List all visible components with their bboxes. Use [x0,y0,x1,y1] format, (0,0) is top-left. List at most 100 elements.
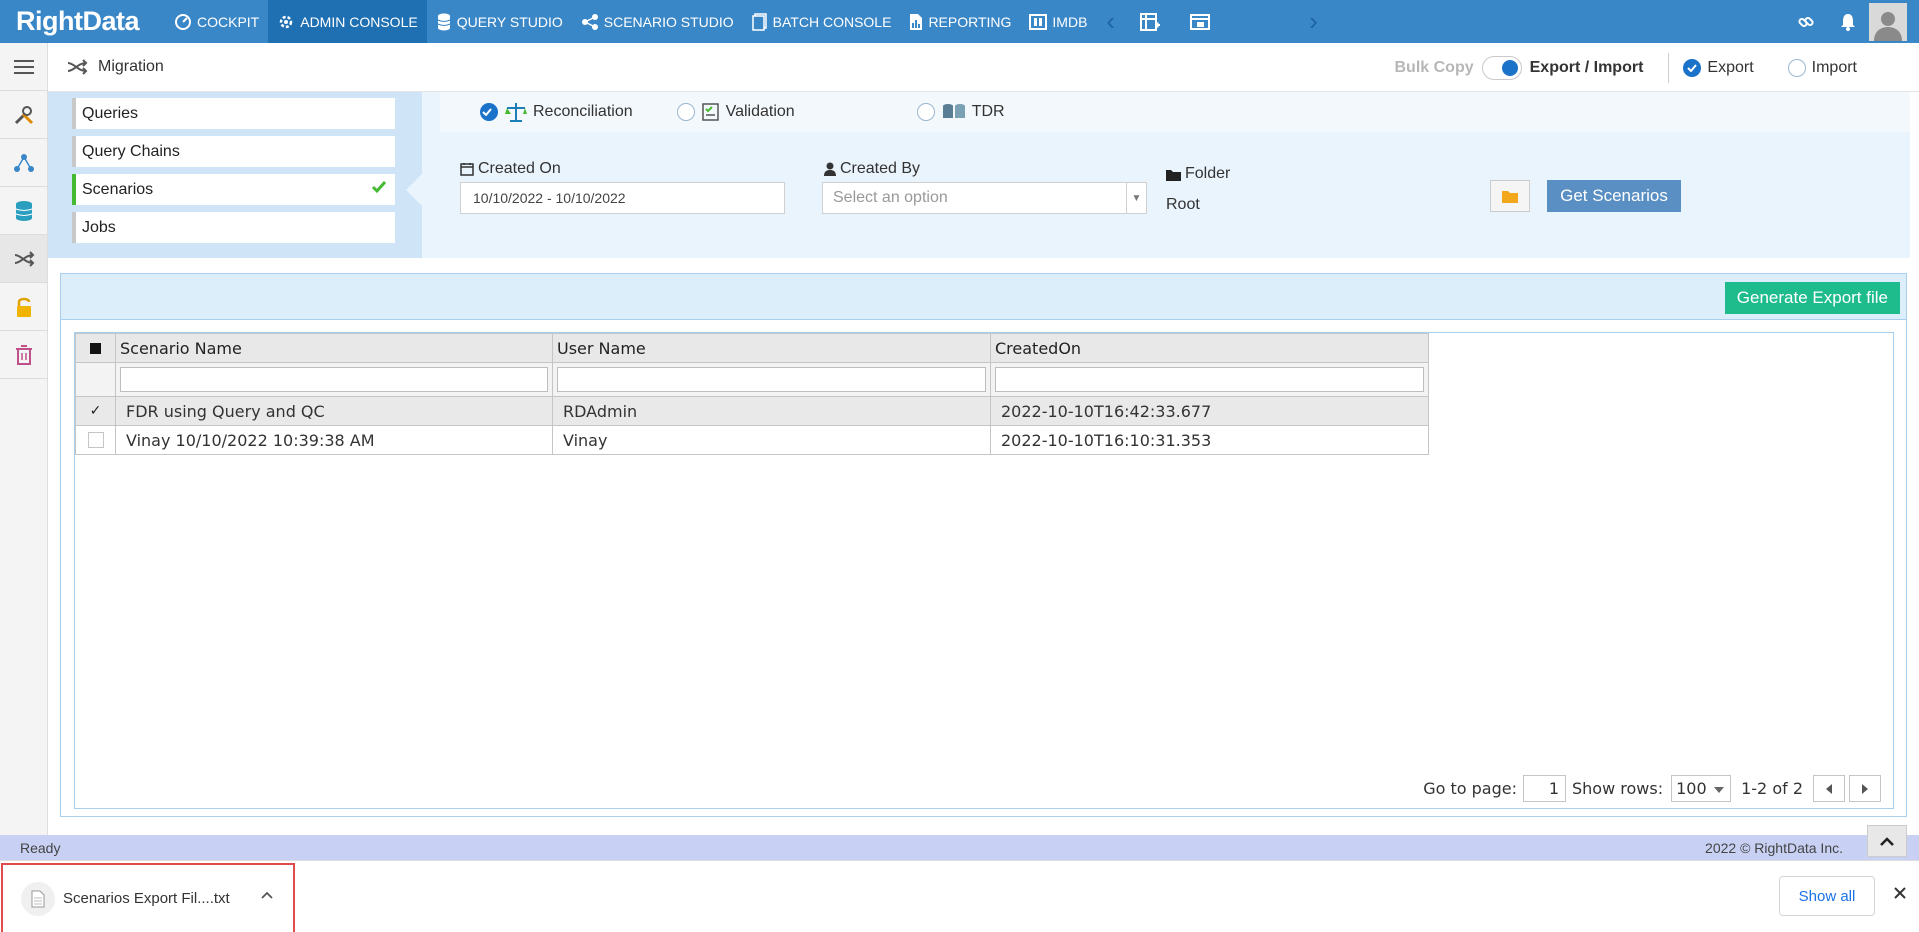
brand-name: RightData [16,6,140,36]
imdb-icon [1029,13,1048,30]
window-icon[interactable] [1189,11,1211,33]
top-navbar: RightData COCKPIT ADMIN CONSOLE QUERY ST… [0,0,1919,43]
next-page-button[interactable] [1849,775,1881,802]
created-on-cell: 2022-10-10T16:42:33.677 [990,396,1429,426]
chevron-up-icon [1880,837,1894,846]
nav-cockpit[interactable]: COCKPIT [165,0,268,43]
generate-export-button[interactable]: Generate Export file [1724,282,1900,314]
scroll-top-button[interactable] [1867,825,1907,857]
folder-value: Root [1166,196,1200,214]
created-on-label: Created On [460,160,561,178]
rail-hierarchy-icon[interactable] [0,139,47,187]
page-header: Migration Bulk Copy Export / Import Expo… [48,43,1919,92]
import-radio[interactable] [1787,58,1806,77]
column-header-created[interactable]: CreatedOn [990,333,1429,363]
created-by-select[interactable]: Select an option ▼ [822,182,1147,214]
download-item[interactable]: Scenarios Export Fil....txt [1,863,295,932]
row-checkbox[interactable] [87,432,104,448]
row-checkbox[interactable]: ✓ [88,403,104,419]
filter-cell [115,362,553,397]
link-icon[interactable] [1785,13,1827,31]
created-filter-input[interactable] [995,367,1424,392]
list-item-label: Query Chains [82,142,180,160]
pagination: Go to page: 1 Show rows: 100 1-2 of 2 [1423,775,1881,802]
created-by-label: Created By [824,160,920,178]
type-reconciliation[interactable]: Reconciliation [480,101,633,123]
column-header-label: User Name [557,338,646,358]
column-header-scenario[interactable]: Scenario Name [115,333,553,363]
rail-tools-icon[interactable] [0,91,47,139]
list-item-scenarios[interactable]: Scenarios [72,174,395,205]
show-all-label: Show all [1798,887,1856,905]
show-all-button[interactable]: Show all [1779,876,1875,916]
rail-migration-icon[interactable] [0,235,47,283]
table-row[interactable]: ✓ FDR using Query and QC RDAdmin 2022-10… [75,396,1429,426]
filter-cell [75,362,116,397]
nav-label: QUERY STUDIO [456,13,563,30]
list-item-queries[interactable]: Queries [72,98,395,129]
gear-icon [279,15,293,28]
goto-page-label: Go to page: [1423,779,1517,798]
divider [1668,52,1670,83]
rail-lock-icon[interactable] [0,283,47,331]
column-header-label: CreatedOn [995,338,1082,358]
list-item-jobs[interactable]: Jobs [72,212,395,243]
rail-trash-icon[interactable] [0,331,47,379]
select-all-checkbox[interactable] [88,340,104,356]
scenario-name-cell: FDR using Query and QC [115,396,553,426]
nav-scenario-studio[interactable]: SCENARIO STUDIO [572,0,743,43]
chevron-right-icon [1862,783,1868,794]
tdr-icon [942,104,965,118]
bulk-export-toggle[interactable] [1481,55,1522,80]
rows-per-page-select[interactable]: 100 [1671,775,1732,802]
list-item-label: Queries [82,104,139,122]
table-row[interactable]: Vinay 10/10/2022 10:39:38 AM Vinay 2022-… [75,425,1429,455]
reconciliation-radio[interactable] [480,103,498,121]
nav-batch-console[interactable]: BATCH CONSOLE [743,0,901,43]
tdr-radio[interactable] [916,103,935,121]
chevron-down-icon[interactable]: ▼ [1126,183,1146,213]
created-on-text: Created On [478,160,561,177]
prev-page-button[interactable] [1813,775,1845,802]
type-validation[interactable]: Validation [676,102,795,122]
type-tdr[interactable]: TDR [916,102,1005,122]
goto-page-input[interactable]: 1 [1523,775,1566,802]
user-filter-input[interactable] [557,367,986,392]
export-radio[interactable] [1683,58,1702,77]
get-scenarios-button[interactable]: Get Scenarios [1547,180,1681,212]
type-label: Validation [725,103,795,120]
bell-icon[interactable] [1827,13,1869,31]
nav-admin-console[interactable]: ADMIN CONSOLE [268,0,427,43]
user-icon [824,162,836,176]
list-item-query-chains[interactable]: Query Chains [72,136,395,167]
column-header-label: Scenario Name [120,338,242,358]
folder-text: Folder [1185,165,1231,182]
nav-imdb[interactable]: IMDB [1020,0,1096,43]
menu-toggle-icon[interactable] [0,43,47,91]
select-all-header[interactable] [75,333,116,363]
rail-database-icon[interactable] [0,187,47,235]
folder-picker-button[interactable] [1490,180,1530,212]
nav-scroll-right-icon[interactable]: › [1299,6,1328,37]
row-select-cell [75,425,116,455]
nav-query-studio[interactable]: QUERY STUDIO [427,0,572,43]
validation-radio[interactable] [676,103,695,121]
nav-label: COCKPIT [197,13,260,30]
scenario-filter-input[interactable] [120,367,548,392]
nav-scroll-left-icon[interactable]: ‹ [1096,6,1125,37]
nav-label: ADMIN CONSOLE [300,13,418,30]
rightdata-logo[interactable]: RightData [0,0,165,43]
scenario-type-row: Reconciliation Validation TDR [440,92,1910,132]
mode-controls: Bulk Copy Export / Import Export Import [1395,43,1919,92]
user-avatar[interactable] [1869,2,1907,41]
close-icon[interactable] [1893,886,1907,900]
created-by-text: Created By [840,160,921,177]
page-range-text: 1-2 of 2 [1741,779,1803,798]
nav-reporting[interactable]: REPORTING [900,0,1020,43]
chevron-up-icon[interactable] [261,891,273,899]
table-plus-icon[interactable] [1139,11,1161,33]
nav-label: REPORTING [928,13,1012,30]
grid-container: Scenario Name User Name CreatedOn ✓ FDR … [74,332,1894,809]
column-header-user[interactable]: User Name [552,333,991,363]
created-on-date-range[interactable]: 10/10/2022 - 10/10/2022 [460,182,785,214]
